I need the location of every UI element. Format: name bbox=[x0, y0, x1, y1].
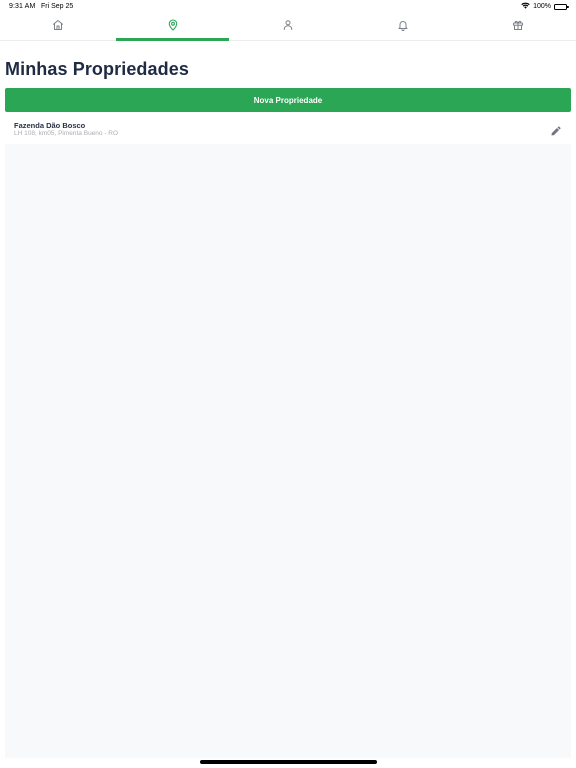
battery-icon bbox=[554, 3, 569, 10]
tab-profile[interactable] bbox=[230, 14, 345, 40]
home-icon bbox=[52, 18, 64, 36]
status-indicators: 100% bbox=[521, 2, 569, 11]
tab-rewards[interactable] bbox=[461, 14, 576, 40]
status-date: Fri Sep 25 bbox=[41, 3, 74, 10]
page-title: Minhas Propriedades bbox=[5, 59, 189, 79]
property-list-background bbox=[5, 144, 571, 758]
new-property-button[interactable]: Nova Propriedade bbox=[5, 88, 571, 112]
property-name: Fazenda Dão Bosco bbox=[14, 121, 86, 130]
tab-home[interactable] bbox=[0, 14, 115, 40]
map-pin-icon bbox=[167, 18, 179, 36]
status-time: 9:31 AM bbox=[9, 3, 36, 10]
property-list-item[interactable]: Fazenda Dão Bosco LH 108, km05, Pimenta … bbox=[5, 118, 571, 144]
status-bar: 9:31 AM Fri Sep 25 100% bbox=[0, 0, 576, 14]
pencil-icon[interactable] bbox=[550, 124, 561, 136]
property-address: LH 108, km05, Pimenta Bueno - RO bbox=[14, 130, 119, 137]
gift-icon bbox=[512, 18, 524, 36]
tab-bar bbox=[0, 14, 576, 41]
battery-percent: 100% bbox=[533, 3, 551, 10]
user-icon bbox=[282, 18, 294, 36]
bell-icon bbox=[397, 18, 409, 36]
tab-notifications[interactable] bbox=[346, 14, 461, 40]
home-indicator[interactable] bbox=[200, 760, 377, 764]
tab-properties[interactable] bbox=[115, 14, 230, 41]
wifi-icon bbox=[521, 2, 530, 11]
